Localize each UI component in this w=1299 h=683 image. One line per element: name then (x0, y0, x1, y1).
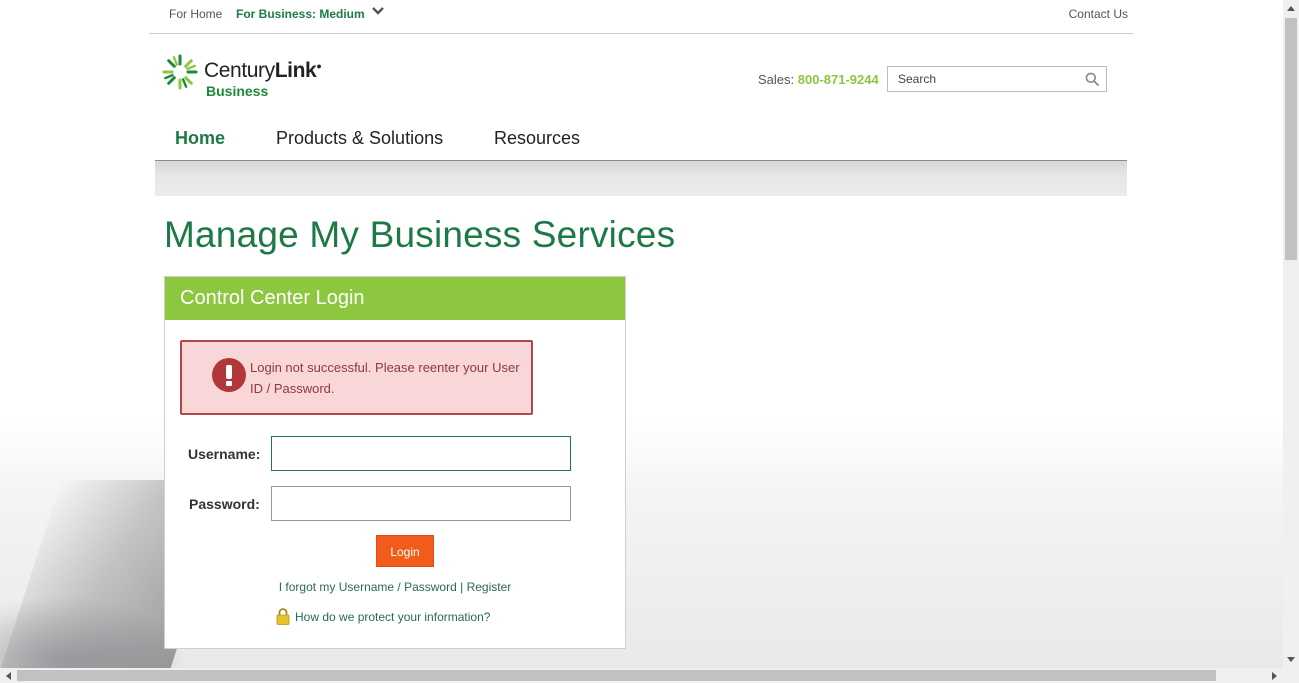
nav-item-products-solutions[interactable]: Products & Solutions (276, 128, 443, 149)
sales-phone: Sales: 800-871-9244 (758, 72, 879, 87)
main-nav: Home Products & Solutions Resources (155, 120, 1127, 162)
vertical-scroll-thumb[interactable] (1285, 18, 1297, 260)
for-home-link[interactable]: For Home (169, 7, 222, 21)
register-link[interactable]: Register (467, 580, 512, 594)
search-icon[interactable] (1085, 72, 1099, 86)
username-field[interactable] (271, 436, 571, 471)
sales-label: Sales: (758, 72, 795, 87)
login-button[interactable]: Login (376, 535, 434, 567)
search-input[interactable] (896, 71, 1080, 87)
centurylink-logo[interactable]: CenturyLink● Business (162, 54, 332, 100)
protect-info-link[interactable]: How do we protect your information? (295, 610, 490, 624)
login-panel: Control Center Login Login not successfu… (164, 276, 626, 649)
scroll-left-arrow-icon[interactable] (6, 672, 11, 680)
scroll-right-arrow-icon[interactable] (1272, 672, 1277, 680)
lock-icon (276, 608, 290, 625)
scroll-up-arrow-icon[interactable] (1287, 6, 1295, 11)
nav-shadow-band (155, 161, 1127, 196)
horizontal-scroll-thumb[interactable] (17, 670, 1216, 681)
error-message: Login not successful. Please reenter you… (250, 360, 520, 396)
exclamation-icon (212, 358, 246, 392)
account-links: I forgot my Username / Password | Regist… (165, 580, 625, 594)
logo-wordmark: CenturyLink● (204, 59, 322, 82)
scroll-down-arrow-icon[interactable] (1287, 657, 1295, 662)
protect-info: How do we protect your information? (276, 608, 490, 625)
username-label: Username: (188, 446, 261, 462)
forgot-credentials-link[interactable]: I forgot my Username / Password (279, 580, 457, 594)
utility-bar: For Home For Business: Medium Contact Us (149, 0, 1133, 34)
page-title: Manage My Business Services (164, 214, 676, 255)
contact-us-link[interactable]: Contact Us (1069, 7, 1128, 21)
nav-item-home[interactable]: Home (175, 128, 225, 149)
chevron-down-icon[interactable] (371, 4, 385, 18)
scrollbar-corner (1283, 668, 1299, 683)
login-panel-title: Control Center Login (165, 277, 625, 320)
vertical-scrollbar[interactable] (1283, 0, 1299, 668)
page: For Home For Business: Medium Contact Us (0, 0, 1283, 668)
password-field[interactable] (271, 486, 571, 521)
error-alert: Login not successful. Please reenter you… (180, 340, 533, 415)
for-business-link[interactable]: For Business: Medium (236, 7, 365, 21)
search-box[interactable] (887, 66, 1107, 92)
link-separator: | (460, 580, 464, 594)
nav-item-resources[interactable]: Resources (494, 128, 580, 149)
password-label: Password: (189, 496, 260, 512)
sales-phone-number[interactable]: 800-871-9244 (798, 72, 879, 87)
logo-subtitle: Business (206, 83, 269, 99)
horizontal-scrollbar[interactable] (0, 668, 1283, 683)
logo-burst-icon (162, 54, 198, 90)
